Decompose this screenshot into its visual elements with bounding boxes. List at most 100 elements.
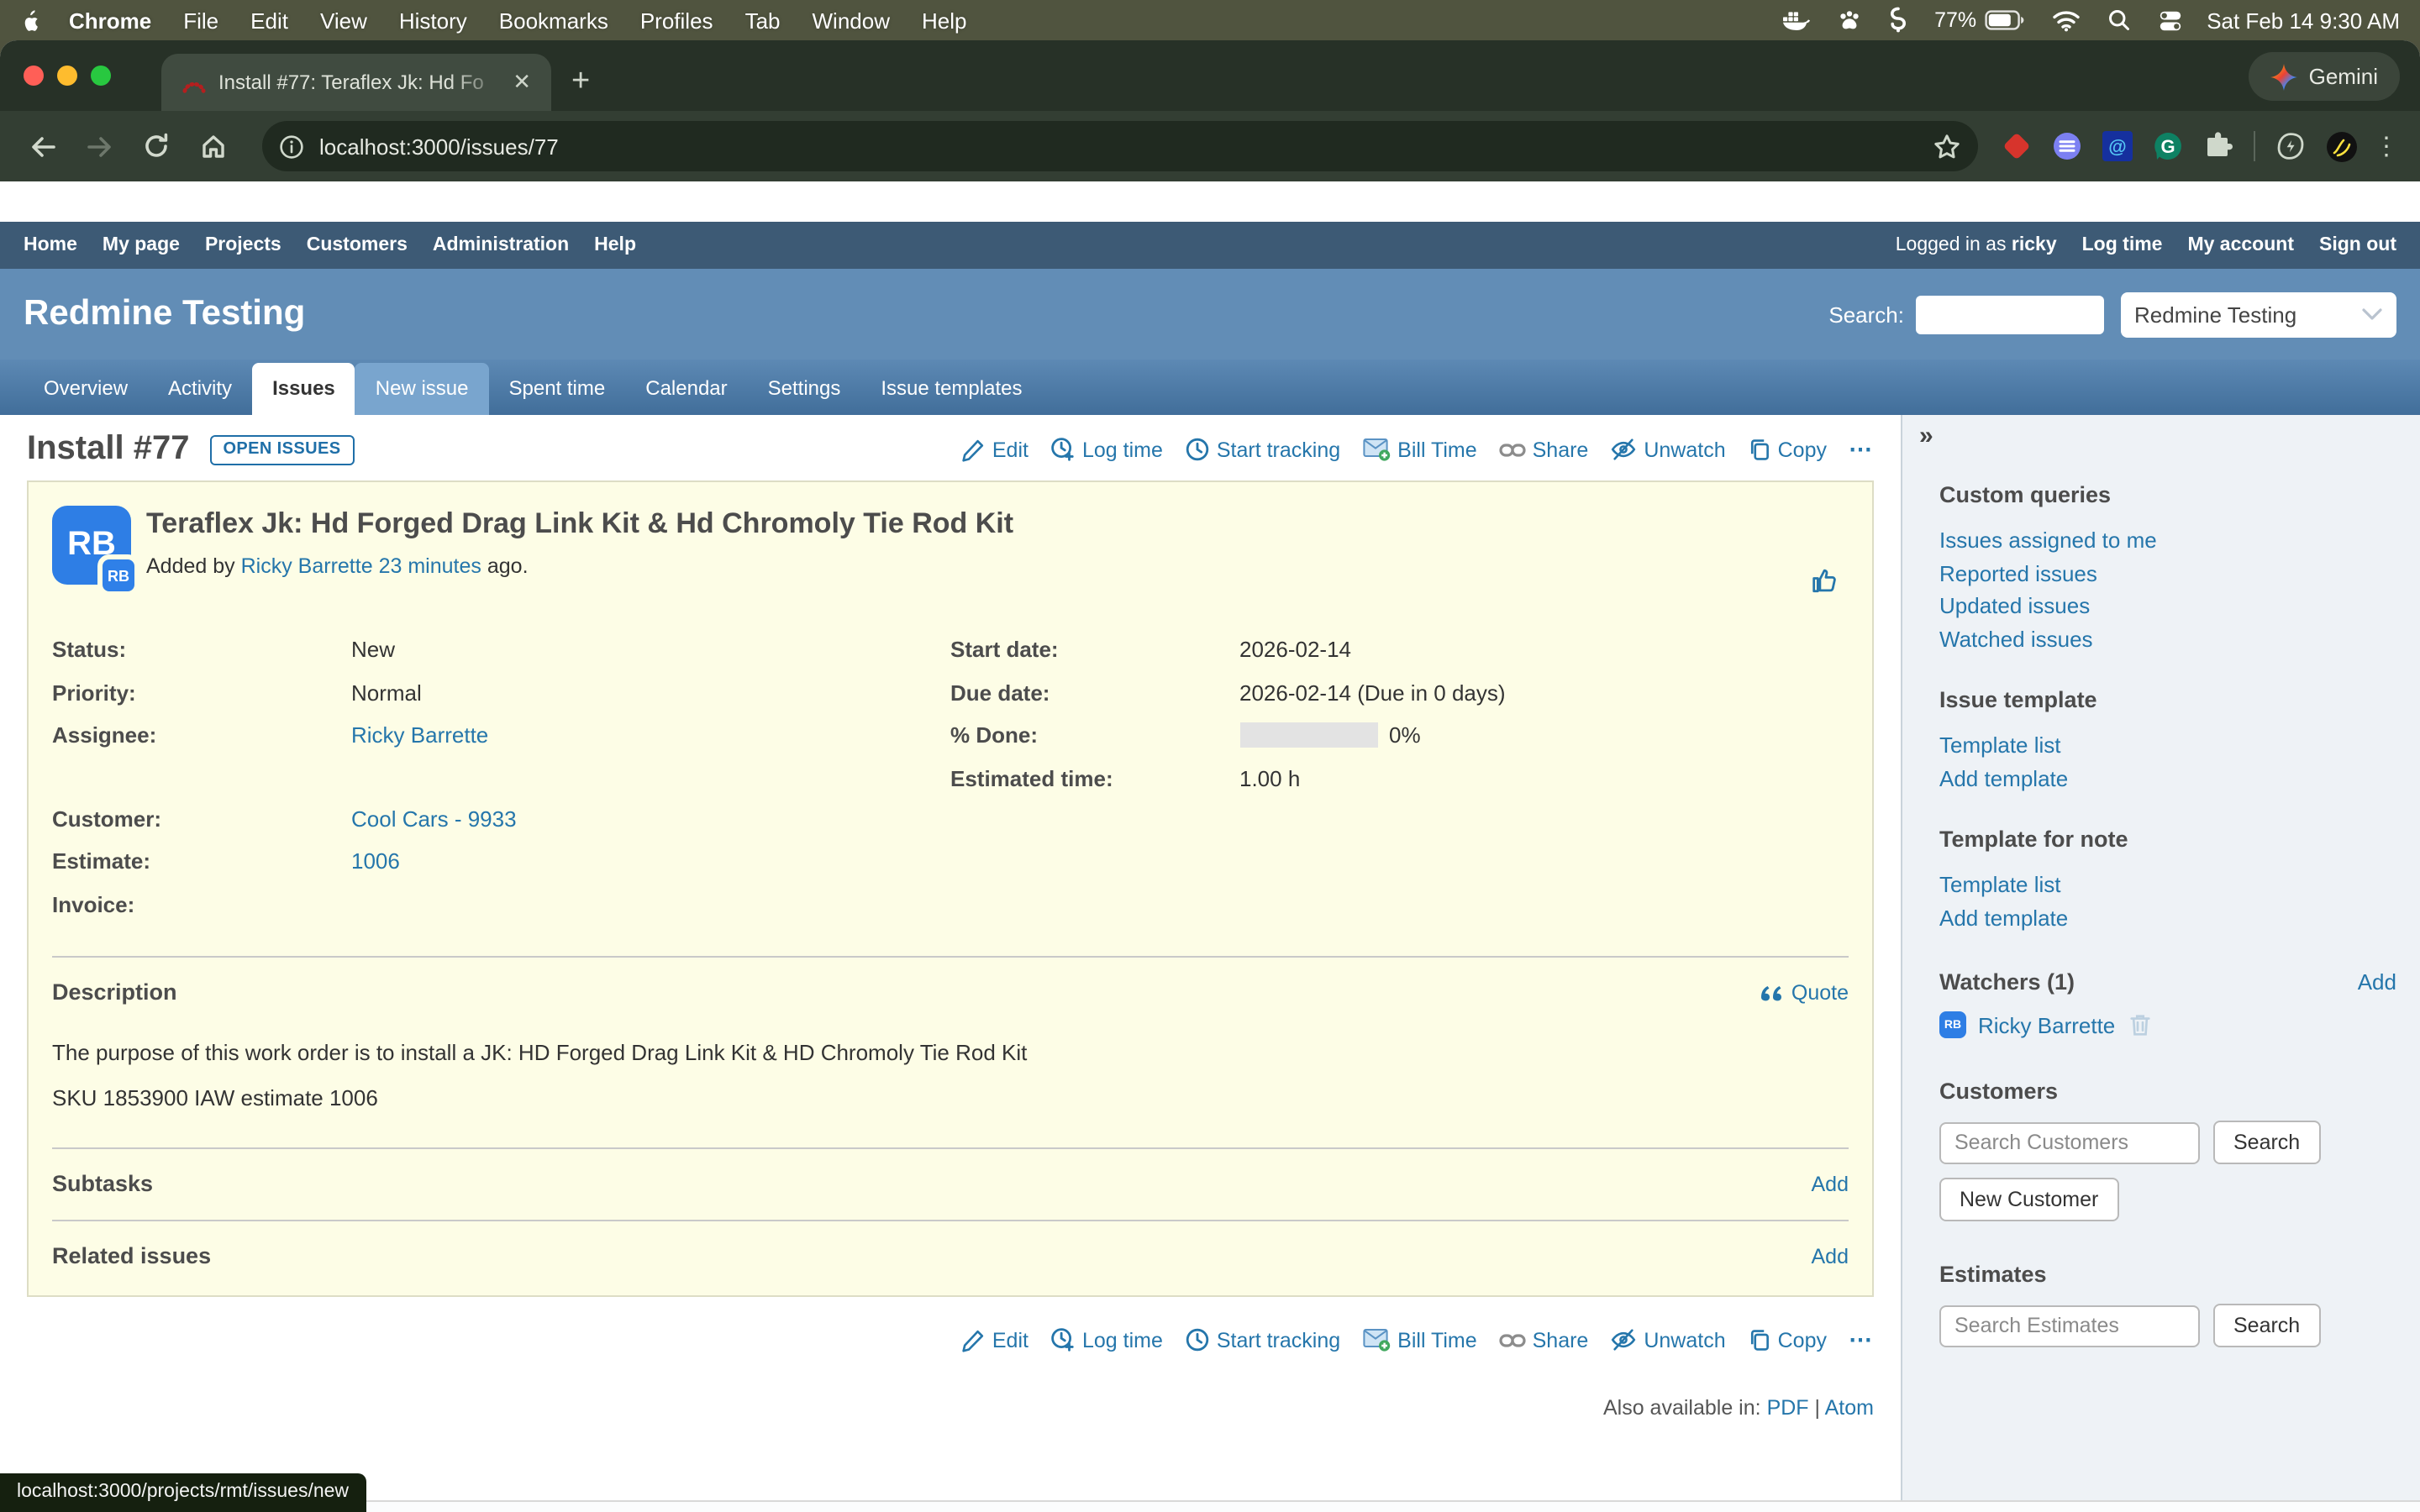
search-estimates-button[interactable]: Search	[2213, 1304, 2320, 1347]
extensions-puzzle-icon[interactable]	[2196, 124, 2240, 168]
unwatch-button[interactable]: Unwatch	[1610, 437, 1725, 462]
menubar-item-bookmarks[interactable]: Bookmarks	[499, 8, 608, 33]
tab-new-issue[interactable]: New issue	[355, 363, 489, 415]
more-actions-button-bottom[interactable]: ⋯	[1849, 1326, 1874, 1354]
edit-button[interactable]: Edit	[962, 438, 1028, 461]
customer-link[interactable]: Cool Cars - 9933	[351, 806, 517, 831]
query-updated-issues[interactable]: Updated issues	[1939, 590, 2396, 622]
tab-activity[interactable]: Activity	[148, 363, 252, 415]
tab-calendar[interactable]: Calendar	[625, 363, 747, 415]
more-actions-button[interactable]: ⋯	[1849, 435, 1874, 464]
snake-menu-icon[interactable]	[1889, 7, 1907, 34]
delete-watcher-icon[interactable]	[2127, 1011, 2152, 1038]
collapse-sidebar-icon[interactable]: »	[1919, 422, 1933, 450]
pdf-link[interactable]: PDF	[1767, 1396, 1809, 1420]
menubar-item-chrome[interactable]: Chrome	[69, 8, 151, 33]
header-search-input[interactable]	[1916, 295, 2104, 333]
docker-menu-icon[interactable]	[1781, 8, 1810, 32]
bookmark-star-icon[interactable]	[1933, 132, 1961, 160]
tab-overview[interactable]: Overview	[24, 363, 148, 415]
back-button[interactable]	[17, 121, 67, 171]
top-menu-home[interactable]: Home	[24, 235, 77, 255]
copy-button-bottom[interactable]: Copy	[1748, 1327, 1827, 1352]
minimize-window-button[interactable]	[57, 66, 77, 86]
menubar-item-window[interactable]: Window	[813, 8, 891, 33]
menubar-item-edit[interactable]: Edit	[250, 8, 288, 33]
issue-template-add-link[interactable]: Add template	[1939, 762, 2396, 795]
copy-button[interactable]: Copy	[1748, 437, 1827, 462]
top-menu-customers[interactable]: Customers	[307, 235, 408, 255]
bill-time-button[interactable]: Bill Time	[1362, 437, 1476, 462]
menubar-item-view[interactable]: View	[320, 8, 367, 33]
add-watcher-link[interactable]: Add	[2358, 969, 2396, 995]
browser-tab[interactable]: Install #77: Teraflex Jk: Hd Fo ✕	[161, 54, 551, 111]
note-template-add-link[interactable]: Add template	[1939, 901, 2396, 934]
tab-spent-time[interactable]: Spent time	[489, 363, 626, 415]
query-issues-assigned-to-me[interactable]: Issues assigned to me	[1939, 524, 2396, 557]
watcher-name-link[interactable]: Ricky Barrette	[1978, 1012, 2115, 1037]
gemini-button[interactable]: Gemini	[2249, 52, 2400, 101]
created-time-link[interactable]: 23 minutes	[379, 554, 481, 578]
zoom-window-button[interactable]	[91, 66, 111, 86]
start-tracking-button-bottom[interactable]: Start tracking	[1185, 1327, 1340, 1352]
add-subtask-link[interactable]: Add	[1812, 1172, 1849, 1195]
share-button-bottom[interactable]: Share	[1499, 1328, 1589, 1352]
search-customers-button[interactable]: Search	[2213, 1121, 2320, 1164]
tab-issue-templates[interactable]: Issue templates	[860, 363, 1042, 415]
paw-menu-icon[interactable]	[1837, 8, 1862, 33]
top-menu-my-account[interactable]: My account	[2187, 235, 2294, 255]
share-button[interactable]: Share	[1499, 438, 1589, 461]
extension-grammarly-icon[interactable]: G	[2146, 124, 2190, 168]
extension-stylus-icon[interactable]	[2045, 124, 2089, 168]
tab-close-icon[interactable]: ✕	[506, 69, 538, 96]
battery-indicator[interactable]: 77%	[1934, 8, 2025, 32]
spotlight-search-icon[interactable]	[2107, 8, 2131, 32]
unwatch-button-bottom[interactable]: Unwatch	[1610, 1327, 1725, 1352]
forward-button[interactable]	[74, 121, 124, 171]
menubar-item-file[interactable]: File	[183, 8, 218, 33]
menubar-item-profiles[interactable]: Profiles	[640, 8, 713, 33]
note-template-list-link[interactable]: Template list	[1939, 869, 2396, 901]
menubar-item-tab[interactable]: Tab	[745, 8, 781, 33]
reload-button[interactable]	[131, 121, 182, 171]
add-related-issue-link[interactable]: Add	[1812, 1244, 1849, 1268]
control-center-icon[interactable]	[2158, 8, 2183, 33]
start-tracking-button[interactable]: Start tracking	[1185, 437, 1340, 462]
battery-saver-icon[interactable]	[2269, 124, 2312, 168]
extension-adguard-icon[interactable]	[1995, 124, 2039, 168]
wifi-icon[interactable]	[2052, 9, 2081, 31]
menubar-clock[interactable]: Sat Feb 14 9:30 AM	[2207, 8, 2400, 33]
apple-menu[interactable]	[20, 7, 42, 34]
atom-link[interactable]: Atom	[1825, 1396, 1874, 1420]
author-link[interactable]: Ricky Barrette	[241, 554, 373, 578]
top-menu-log-time[interactable]: Log time	[2082, 235, 2163, 255]
log-time-button-bottom[interactable]: Log time	[1050, 1327, 1163, 1352]
log-time-button[interactable]: Log time	[1050, 437, 1163, 462]
issue-template-list-link[interactable]: Template list	[1939, 729, 2396, 762]
site-info-icon[interactable]	[279, 134, 304, 159]
menubar-item-history[interactable]: History	[399, 8, 467, 33]
new-customer-button[interactable]: New Customer	[1939, 1178, 2118, 1221]
edit-button-bottom[interactable]: Edit	[962, 1328, 1028, 1352]
bill-time-button-bottom[interactable]: Bill Time	[1362, 1327, 1476, 1352]
top-menu-my-page[interactable]: My page	[103, 235, 180, 255]
profile-avatar[interactable]	[2319, 124, 2363, 168]
query-reported-issues[interactable]: Reported issues	[1939, 557, 2396, 590]
open-issues-badge[interactable]: OPEN ISSUES	[209, 434, 354, 465]
thumbs-up-icon[interactable]	[1810, 566, 1839, 596]
new-tab-button[interactable]: +	[571, 64, 590, 101]
search-customers-input[interactable]	[1939, 1121, 2200, 1163]
url-text[interactable]: localhost:3000/issues/77	[319, 134, 1918, 159]
quote-button[interactable]: Quote	[1760, 980, 1849, 1004]
top-menu-help[interactable]: Help	[594, 235, 636, 255]
query-watched-issues[interactable]: Watched issues	[1939, 622, 2396, 655]
assignee-link[interactable]: Ricky Barrette	[351, 722, 488, 748]
top-menu-sign-out[interactable]: Sign out	[2319, 235, 2396, 255]
chrome-menu-icon[interactable]: ⋮	[2370, 131, 2403, 161]
tab-issues[interactable]: Issues	[252, 363, 355, 415]
extension-lock-icon[interactable]: @	[2096, 124, 2139, 168]
top-menu-administration[interactable]: Administration	[433, 235, 569, 255]
project-jump-select[interactable]: Redmine Testing	[2121, 291, 2396, 337]
tab-settings[interactable]: Settings	[748, 363, 861, 415]
menubar-item-help[interactable]: Help	[922, 8, 967, 33]
